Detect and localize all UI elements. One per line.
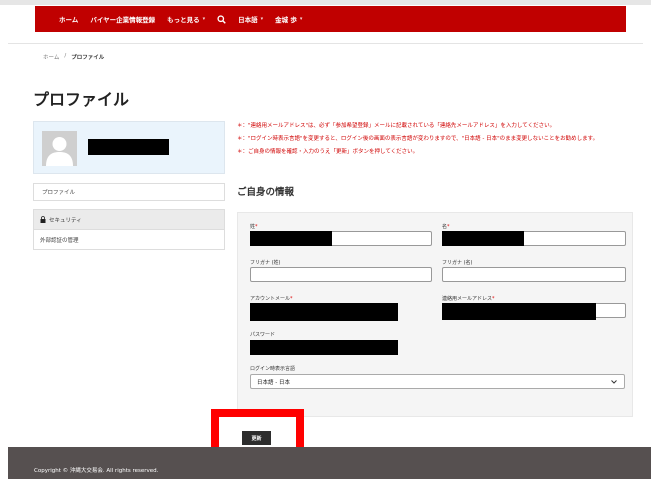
breadcrumb-current: プロファイル: [71, 55, 105, 61]
notice-contact-email: ＊："連絡用メールアドレス"は、必ず「参加希望登録」メールに記載されている「連絡…: [237, 123, 556, 129]
sidebar-item-security[interactable]: セキュリティ: [34, 210, 224, 230]
user-silhouette-icon: [42, 131, 77, 166]
language-select-value: 日本語 - 日本: [257, 379, 290, 386]
notice-language: ＊："ログイン時表示言語"を変更すると、ログイン後の画面の表示言語が変わりますの…: [237, 136, 599, 142]
last-name-label: 姓*: [250, 224, 258, 230]
profile-form: 姓* 名* フリガナ (姓) フリガナ (名) アカウントメール* 連絡用メール…: [237, 212, 633, 417]
last-kana-label: フリガナ (姓): [250, 260, 281, 266]
nav-more[interactable]: もっと見る ▾: [167, 14, 205, 24]
nav-buyer-registration[interactable]: バイヤー企業情報登録: [90, 14, 155, 24]
nav-language[interactable]: 日本語 ▾: [238, 14, 263, 24]
breadcrumb-home[interactable]: ホーム: [43, 53, 59, 61]
footer: Copyright © 沖縄大交易会. All rights reserved.: [8, 447, 651, 479]
chevron-down-icon: ▾: [299, 16, 303, 22]
page-title: プロファイル: [33, 90, 130, 109]
redacted-last-name: [250, 231, 332, 246]
redacted-contact-email: [442, 303, 596, 320]
sidebar-item-external-auth[interactable]: 外部認証の管理: [34, 230, 224, 249]
chevron-down-icon: [611, 380, 617, 384]
main-navbar: ホーム バイヤー企業情報登録 もっと見る ▾ 日本語 ▾ 金城 歩 ▾: [35, 6, 626, 32]
contact-email-label: 連絡用メールアドレス*: [442, 296, 495, 302]
nav-user-menu[interactable]: 金城 歩 ▾: [275, 14, 302, 24]
nav-home[interactable]: ホーム: [59, 14, 78, 24]
last-kana-input[interactable]: [250, 267, 432, 282]
redacted-first-name: [442, 231, 524, 246]
section-title: ご自身の情報: [237, 187, 295, 198]
account-email-label: アカウントメール*: [250, 296, 293, 302]
notice-list: ＊："連絡用メールアドレス"は、必ず「参加希望登録」メールに記載されている「連絡…: [237, 122, 632, 161]
footer-copyright: Copyright © 沖縄大交易会. All rights reserved.: [34, 468, 159, 474]
chevron-down-icon: ▾: [260, 16, 264, 22]
update-button[interactable]: 更新: [242, 431, 271, 445]
notice-update: ＊：ご自身の情報を確認・入力のうえ「更新」ボタンを押してください。: [237, 149, 419, 155]
redacted-password: [250, 340, 398, 355]
lock-icon: [40, 216, 46, 223]
header-divider: [8, 43, 643, 44]
breadcrumb-separator: /: [64, 53, 67, 59]
avatar: [42, 131, 77, 166]
chevron-down-icon: ▾: [202, 16, 206, 22]
redacted-account-email: [250, 303, 398, 321]
language-label: ログイン時表示言語: [250, 366, 296, 372]
top-strip: [0, 0, 651, 5]
profile-card: [33, 121, 225, 174]
sidebar: プロファイル セキュリティ 外部認証の管理: [33, 183, 225, 250]
first-name-label: 名*: [442, 224, 450, 230]
sidebar-item-profile[interactable]: プロファイル: [33, 183, 225, 201]
sidebar-group-security: セキュリティ 外部認証の管理: [33, 209, 225, 250]
password-label: パスワード: [250, 332, 276, 338]
breadcrumb: ホーム / プロファイル: [43, 53, 104, 61]
sidebar-item-security-label: セキュリティ: [49, 217, 82, 224]
first-kana-input[interactable]: [442, 267, 626, 282]
first-kana-label: フリガナ (名): [442, 260, 473, 266]
redacted-username: [88, 139, 169, 155]
search-icon[interactable]: [217, 14, 226, 24]
language-select[interactable]: 日本語 - 日本: [250, 374, 625, 389]
